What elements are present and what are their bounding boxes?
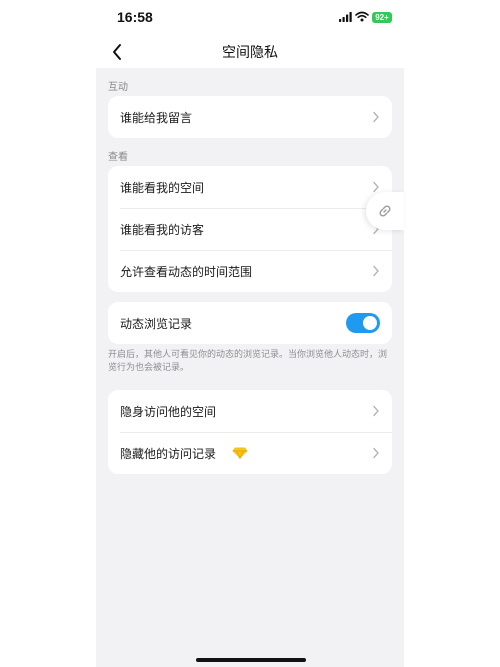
row-who-can-view-space[interactable]: 谁能看我的空间: [108, 166, 392, 208]
browse-record-description: 开启后，其他人可看见你的动态的浏览记录。当你浏览他人动态时，浏览行为也会被记录。: [108, 350, 388, 373]
link-icon: [379, 205, 391, 217]
wifi-icon: [355, 11, 369, 22]
row-label: 动态浏览记录: [120, 317, 193, 331]
row-label: 谁能给我留言: [120, 111, 193, 125]
signal-icon: [339, 12, 352, 22]
chevron-right-icon: [373, 405, 379, 417]
section-label-view: 查看: [108, 152, 128, 163]
toggle-knob: [363, 316, 377, 330]
row-browse-record: 动态浏览记录: [108, 302, 392, 344]
row-label: 隐藏他的访问记录: [120, 447, 217, 461]
card-stealth: 隐身访问他的空间 隐藏他的访问记录: [108, 390, 392, 474]
row-hide-visit-record[interactable]: 隐藏他的访问记录: [108, 432, 392, 474]
chevron-right-icon: [373, 265, 379, 277]
row-label: 谁能看我的空间: [120, 181, 205, 195]
row-who-can-view-visitors[interactable]: 谁能看我的访客: [108, 208, 392, 250]
row-label: 隐身访问他的空间: [120, 405, 217, 419]
status-bar: 16:58 92+: [96, 0, 404, 36]
row-stealth-visit[interactable]: 隐身访问他的空间: [108, 390, 392, 432]
home-indicator[interactable]: [196, 658, 306, 662]
row-who-can-message[interactable]: 谁能给我留言: [108, 96, 392, 138]
floating-link-button[interactable]: [366, 192, 404, 230]
row-label: 允许查看动态的时间范围: [120, 265, 253, 279]
card-browse-record: 动态浏览记录: [108, 302, 392, 344]
page-title: 空间隐私: [222, 45, 278, 61]
row-post-time-range[interactable]: 允许查看动态的时间范围: [108, 250, 392, 292]
card-interaction: 谁能给我留言: [108, 96, 392, 138]
chevron-right-icon: [373, 447, 379, 459]
status-time: 16:58: [117, 9, 153, 25]
phone-screen: 16:58 92+ 空间隐私 互动 谁能给我留言 查看 谁能看我的空间 谁能看我…: [96, 0, 404, 667]
browse-record-toggle[interactable]: [346, 313, 380, 333]
row-label: 谁能看我的访客: [120, 223, 205, 237]
section-label-interaction: 互动: [108, 82, 128, 93]
chevron-right-icon: [373, 181, 379, 193]
battery-indicator: 92+: [372, 12, 392, 23]
nav-bar: 空间隐私: [96, 36, 404, 68]
top-bar: 16:58 92+ 空间隐私: [96, 0, 404, 68]
chevron-right-icon: [373, 111, 379, 123]
diamond-icon: [232, 447, 248, 459]
card-view: 谁能看我的空间 谁能看我的访客 允许查看动态的时间范围: [108, 166, 392, 292]
